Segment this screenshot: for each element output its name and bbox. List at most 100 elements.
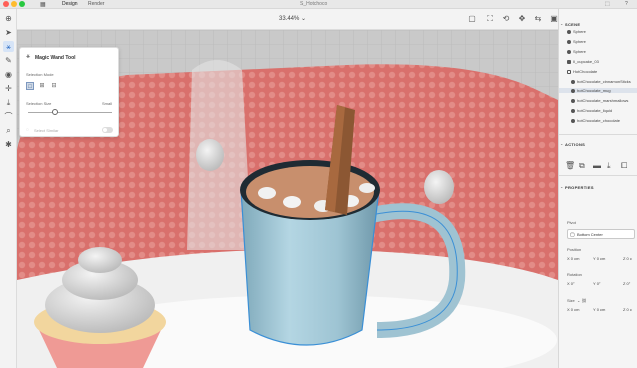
pivot-label: Pivot <box>567 220 576 225</box>
scene-item-label: Sphere <box>573 49 586 54</box>
scene-item-sphere-2[interactable]: Sphere <box>567 39 586 44</box>
mesh-icon <box>571 98 575 103</box>
close-window-button[interactable] <box>3 1 9 7</box>
scene-item-sphere-3[interactable]: Sphere <box>567 49 586 54</box>
zoom-value: 33.44% <box>279 16 300 22</box>
sample-tool-icon[interactable]: ✱ <box>3 139 14 150</box>
selection-size-slider-thumb[interactable] <box>52 109 58 115</box>
right-panel: ⌄ SCENE Sphere Sphere Sphere Il_cupcake_… <box>558 9 637 368</box>
folder-icon <box>567 59 571 64</box>
zoom-level[interactable]: 33.44% ⌄ <box>279 15 306 22</box>
magic-wand-tool-icon[interactable]: ⚹ <box>3 41 14 52</box>
delete-icon[interactable]: 🗑 <box>565 161 575 170</box>
divider <box>559 134 637 135</box>
rotation-x-field[interactable]: X 0° <box>567 281 575 286</box>
rotation-y-field[interactable]: Y 0° <box>593 281 601 286</box>
toggle-knob <box>103 128 107 132</box>
popup-title: Magic Wand Tool <box>35 55 76 61</box>
pivot-value: Bottom Center <box>577 232 603 237</box>
size-z-field[interactable]: Z 0 c <box>623 307 632 312</box>
document-title: S_Hotchoco <box>300 1 328 7</box>
selection-size-label: Selection Size <box>26 101 52 106</box>
scene-header: SCENE <box>565 22 581 27</box>
camera-bookmark-icon[interactable]: ⛶ <box>485 14 495 24</box>
title-bar: ▦ Design Render S_Hotchoco ⬚ ? <box>0 0 637 9</box>
actions-header: ACTIONS <box>565 142 586 147</box>
add-icon[interactable]: ⊕ <box>3 13 14 24</box>
position-y-field[interactable]: Y 0 cm <box>593 256 605 261</box>
properties-collapse-icon[interactable]: ⌄ <box>560 184 563 189</box>
scene-item-label: Sphere <box>573 39 586 44</box>
group-icon[interactable]: ▬ <box>593 161 601 170</box>
frame-icon[interactable]: ▢ <box>467 14 477 24</box>
maximize-window-button[interactable] <box>19 1 25 7</box>
drop-to-ground-icon[interactable]: ⤓ <box>607 161 611 171</box>
scene-collapse-icon[interactable]: ⌄ <box>560 21 563 26</box>
size-y-field[interactable]: Y 0 cm <box>593 307 605 312</box>
selection-size-track <box>28 112 112 113</box>
tab-render[interactable]: Render <box>88 1 104 7</box>
mesh-icon <box>571 88 575 93</box>
drop-tool-icon[interactable]: ⤓ <box>3 97 14 108</box>
scene-item-label: hotChocolate_cinnamonSticks <box>577 79 631 84</box>
lasso-tool-icon[interactable]: ✎ <box>3 55 14 66</box>
frame-selection-icon[interactable]: ⧠ <box>621 161 627 171</box>
sphere-icon <box>567 29 571 34</box>
selection-mode-label: Selection Mode <box>26 72 54 77</box>
mesh-icon <box>571 118 575 123</box>
dolly-icon[interactable]: ⇆ <box>533 14 543 24</box>
mode-new-selection-button[interactable]: □ <box>26 82 34 90</box>
mode-subtract-selection-button[interactable]: ⊟ <box>50 82 58 90</box>
scene-item-chocolate[interactable]: hotChocolate_chocolate <box>571 118 620 123</box>
scene-item-label: Sphere <box>573 29 586 34</box>
sphere-icon <box>567 49 571 54</box>
scene-item-liquid[interactable]: hotChocolate_liquid <box>571 108 612 113</box>
select-tool-icon[interactable]: ➤ <box>3 27 14 38</box>
mesh-icon <box>571 79 575 84</box>
folder-open-icon <box>567 69 571 74</box>
minimize-window-button[interactable] <box>11 1 17 7</box>
actions-collapse-icon[interactable]: ⌄ <box>560 141 563 146</box>
tool-panel: ⊕ ➤ ⚹ ✎ ◉ ✛ ⤓ ⌒ ⌕ ✱ <box>0 9 17 368</box>
pivot-icon: ▢ <box>570 232 575 238</box>
scene-item-cupcake[interactable]: Il_cupcake_03 <box>567 59 599 64</box>
scene-item-mug[interactable]: hotChocolate_mug <box>559 88 637 93</box>
help-icon[interactable]: ? <box>625 1 628 7</box>
duplicate-icon[interactable]: ⧉ <box>579 161 585 171</box>
scene-item-label: hotChocolate_liquid <box>577 108 613 113</box>
position-x-field[interactable]: X 0 cm <box>567 256 579 261</box>
size-lock-icon[interactable]: ⌄ ⛓ <box>577 298 587 303</box>
select-similar-toggle[interactable] <box>102 127 113 133</box>
sphere-icon <box>567 39 571 44</box>
paint-tool-icon[interactable]: ◉ <box>3 69 14 80</box>
scene-item-sphere-1[interactable]: Sphere <box>567 29 586 34</box>
scene-item-label: hotChocolate_chocolate <box>577 118 620 123</box>
pan-icon[interactable]: ✥ <box>517 14 527 24</box>
scene-item-label: hotChocolate_mug <box>577 88 611 93</box>
magic-wand-icon: ⚹ <box>26 53 31 60</box>
select-similar-label: Select Similar <box>34 128 59 133</box>
scene-item-hotchocolate[interactable]: HotChocolate <box>567 69 597 74</box>
magic-wand-popup: ⚹ Magic Wand Tool Selection Mode □ ⊞ ⊟ S… <box>19 47 119 137</box>
toolbar: 33.44% ⌄ ▢ ⛶ ⟲ ✥ ⇆ ▣ <box>17 9 558 30</box>
orbit-icon[interactable]: ⟲ <box>501 14 511 24</box>
scene-item-cinnamon-sticks[interactable]: hotChocolate_cinnamonSticks <box>571 79 631 84</box>
scene-item-marshmallows[interactable]: hotChocolate_marshmallows <box>571 98 628 103</box>
position-z-field[interactable]: Z 0 c <box>623 256 632 261</box>
size-x-field[interactable]: X 0 cm <box>567 307 579 312</box>
mode-add-selection-button[interactable]: ⊞ <box>38 82 46 90</box>
mesh-icon <box>571 108 575 113</box>
select-similar-icon: ◌ <box>26 127 29 133</box>
size-label: Size <box>567 298 575 303</box>
tab-design[interactable]: Design <box>62 1 78 7</box>
share-icon[interactable]: ⬚ <box>605 1 610 7</box>
position-label: Position <box>567 247 582 252</box>
selection-size-value: Small <box>102 101 113 106</box>
zoom-tool-icon[interactable]: ⌕ <box>3 125 14 136</box>
move-tool-icon[interactable]: ✛ <box>3 83 14 94</box>
orbit-tool-icon[interactable]: ⌒ <box>3 111 14 122</box>
rotation-z-field[interactable]: Z 0° <box>623 281 630 286</box>
pivot-dropdown[interactable]: ▢ Bottom Center <box>567 229 635 239</box>
app-menu-icon[interactable]: ▦ <box>40 1 46 8</box>
scene-item-label: hotChocolate_marshmallows <box>577 98 629 103</box>
